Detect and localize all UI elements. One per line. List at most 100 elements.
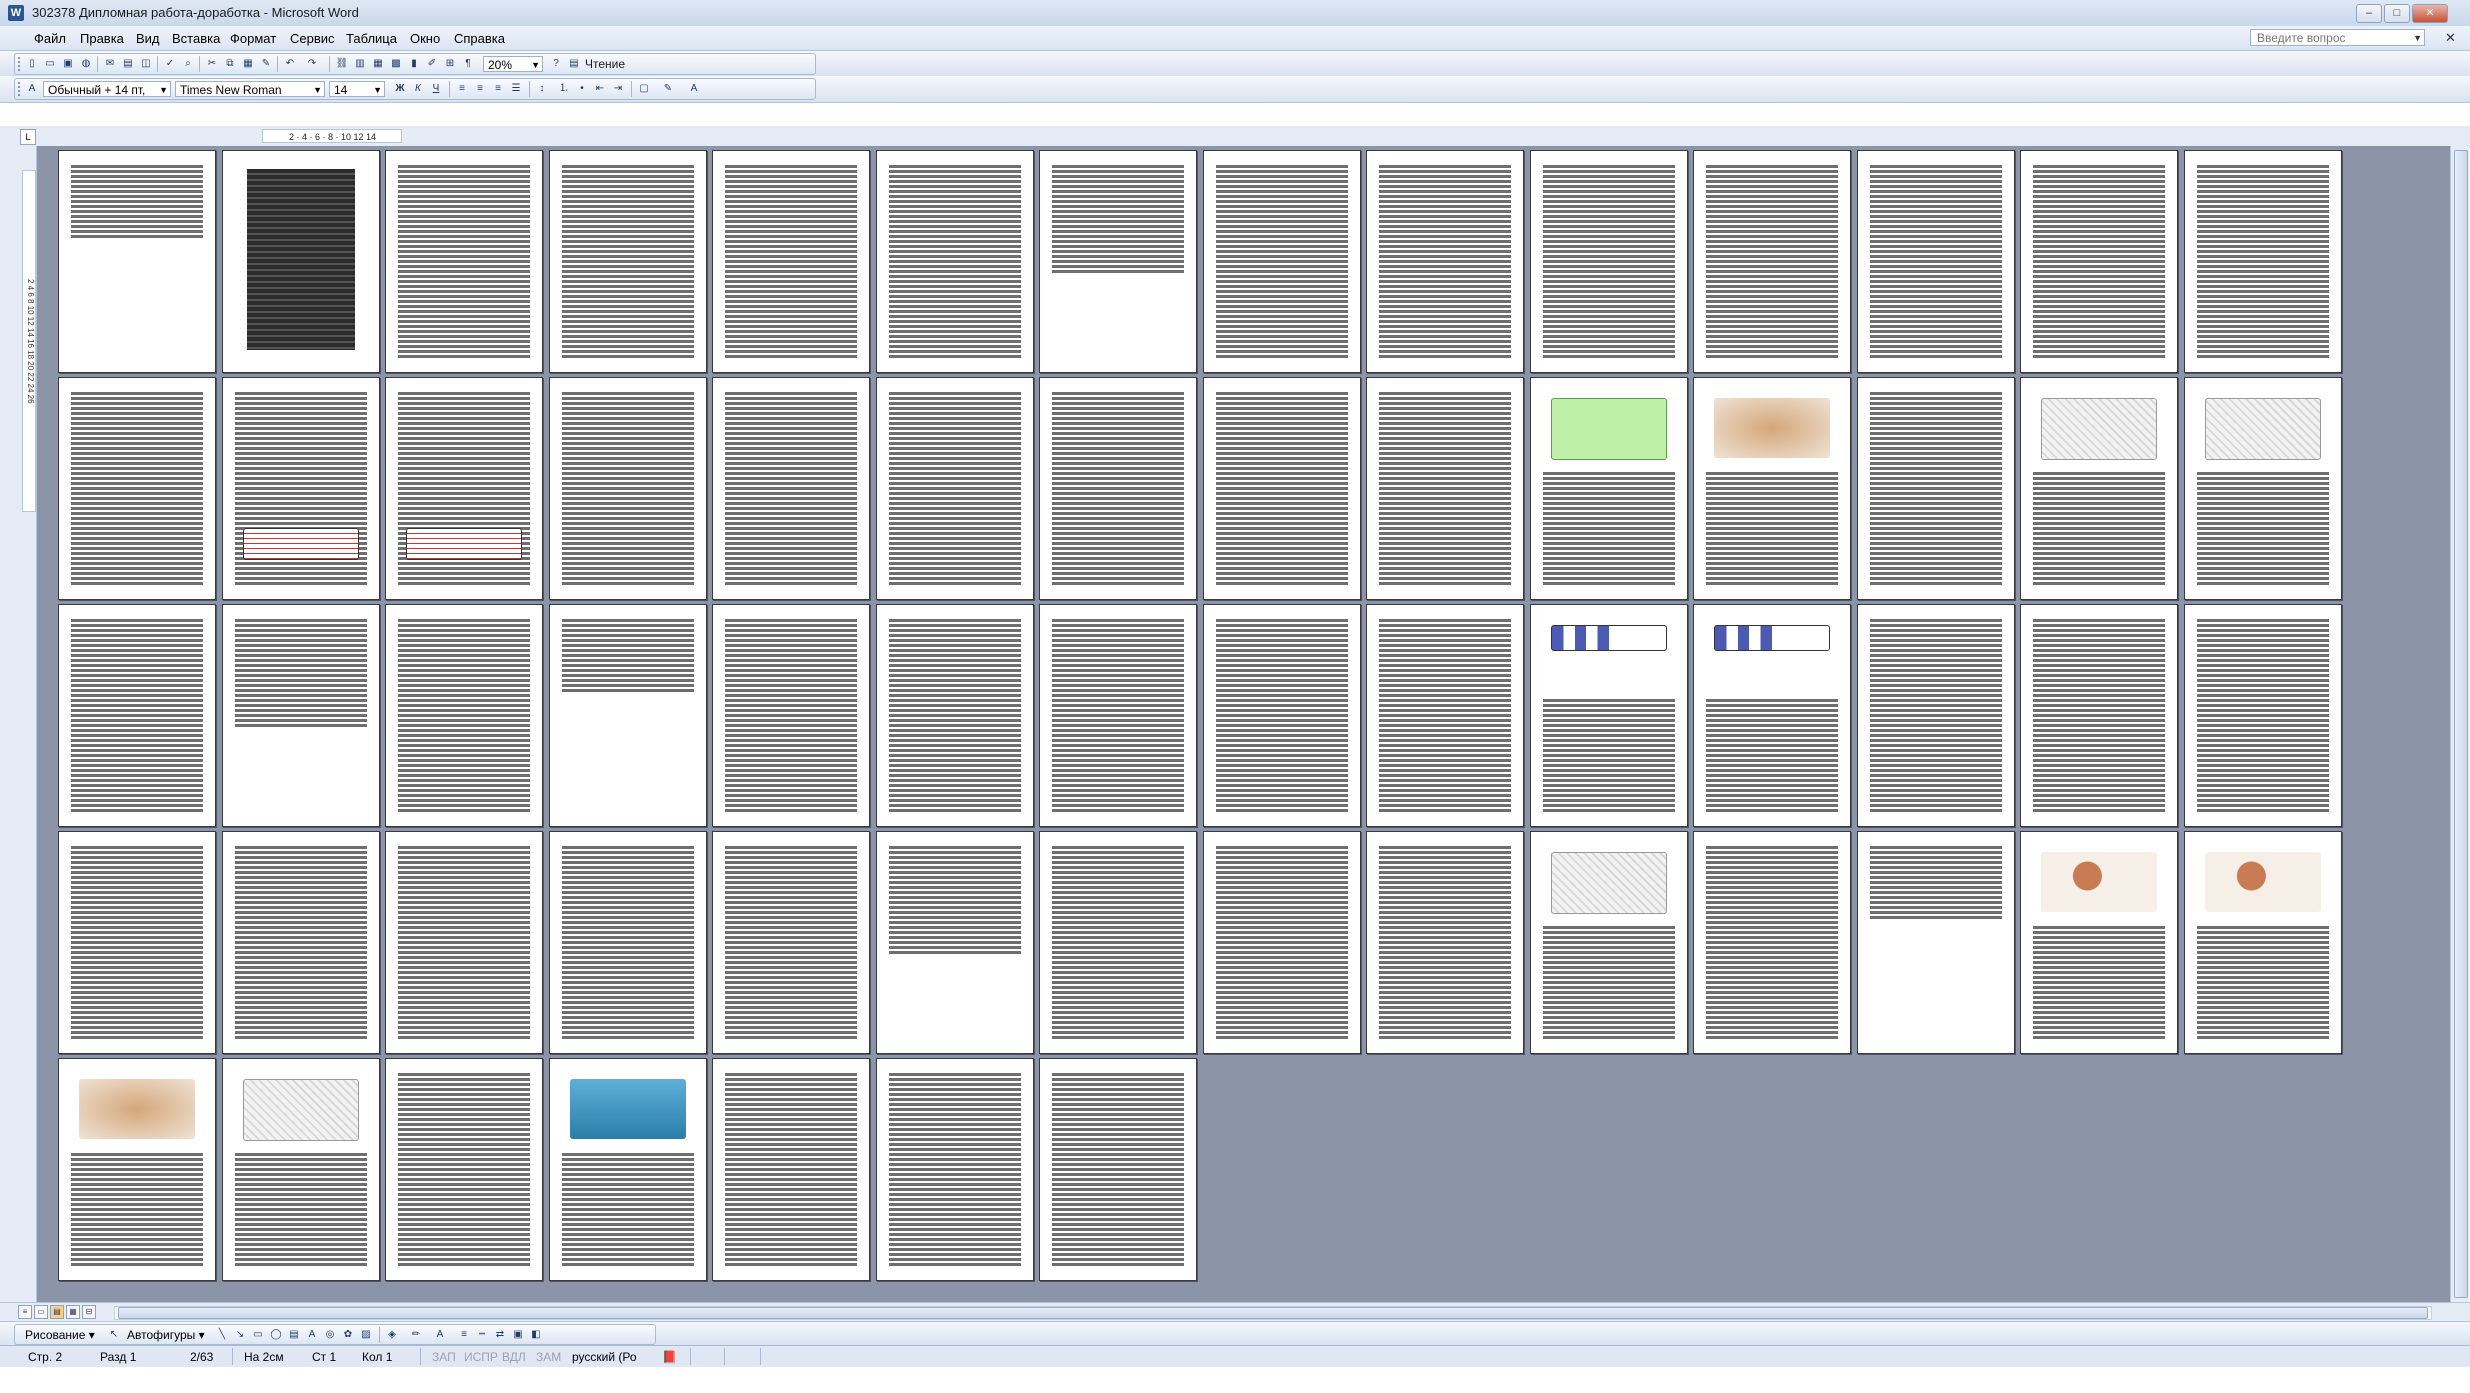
show-formatting-icon[interactable]: ¶	[461, 57, 475, 71]
status-at[interactable]: На 2см	[244, 1350, 284, 1364]
page-thumbnail[interactable]	[385, 831, 543, 1054]
undo-icon[interactable]: ↶	[283, 57, 297, 71]
page-thumbnail[interactable]	[875, 604, 1034, 827]
page-thumbnail[interactable]	[2183, 604, 2342, 827]
italic-button[interactable]: К	[411, 82, 425, 96]
3d-icon[interactable]: ◧	[529, 1328, 543, 1342]
page-thumbnail[interactable]	[221, 831, 380, 1054]
page-thumbnail[interactable]	[1039, 831, 1197, 1054]
toolbar-grip[interactable]	[18, 57, 23, 71]
line-style-icon[interactable]: ≡	[457, 1328, 471, 1342]
dash-style-icon[interactable]: ┅	[475, 1328, 489, 1342]
drawing-icon[interactable]: ✐	[425, 57, 439, 71]
print-preview-icon[interactable]: ◫	[139, 57, 153, 71]
page-thumbnail[interactable]	[712, 150, 870, 373]
document-area[interactable]	[37, 146, 2450, 1302]
insert-excel-icon[interactable]: ▩	[389, 57, 403, 71]
arrow-icon[interactable]: ↘	[233, 1328, 247, 1342]
page-thumbnail[interactable]	[2183, 150, 2342, 373]
bold-button[interactable]: Ж	[393, 82, 407, 96]
tables-borders-icon[interactable]: ▥	[353, 57, 367, 71]
decrease-indent-icon[interactable]: ⇤	[593, 82, 607, 96]
chevron-down-icon[interactable]: ▼	[159, 82, 168, 96]
status-language[interactable]: русский (Ро	[572, 1350, 637, 1364]
page-thumbnail[interactable]	[548, 604, 707, 827]
web-view-button[interactable]: ▭	[34, 1305, 48, 1319]
picture-icon[interactable]: ▨	[359, 1328, 373, 1342]
close-button[interactable]: ✕	[2412, 4, 2448, 23]
line-spacing-icon[interactable]: ↕	[535, 82, 549, 96]
page-thumbnail[interactable]	[712, 604, 870, 827]
status-page-of[interactable]: 2/63	[190, 1350, 213, 1364]
page-thumbnail[interactable]	[58, 831, 216, 1054]
spelling-icon[interactable]: ✓	[163, 57, 177, 71]
outline-view-button[interactable]: ▦	[66, 1305, 80, 1319]
page-thumbnail[interactable]	[712, 831, 870, 1054]
vertical-scrollbar[interactable]	[2450, 146, 2469, 1302]
copy-icon[interactable]: ⧉	[223, 57, 237, 71]
status-line[interactable]: Ст 1	[312, 1350, 336, 1364]
status-col[interactable]: Кол 1	[362, 1350, 392, 1364]
font-combo[interactable]: Times New Roman ▼	[175, 81, 325, 97]
help-icon[interactable]: ?	[549, 57, 563, 71]
page-thumbnail[interactable]	[221, 1058, 380, 1281]
page-thumbnail[interactable]	[58, 150, 216, 373]
font-color-icon[interactable]: A	[687, 82, 701, 96]
style-combo[interactable]: Обычный + 14 пт, ▼	[43, 81, 171, 97]
page-thumbnail[interactable]	[385, 604, 543, 827]
drawing-menu-button[interactable]: Рисование ▾	[25, 1328, 95, 1342]
page-thumbnail[interactable]	[712, 377, 870, 600]
print-layout-button[interactable]: ▤	[50, 1305, 64, 1319]
page-thumbnail[interactable]	[1856, 150, 2015, 373]
oval-icon[interactable]: ◯	[269, 1328, 283, 1342]
normal-view-button[interactable]: ≡	[18, 1305, 32, 1319]
word-app-icon[interactable]: W	[8, 5, 24, 21]
select-objects-icon[interactable]: ↖	[107, 1328, 121, 1342]
page-thumbnail[interactable]	[1856, 604, 2015, 827]
page-thumbnail[interactable]	[2183, 831, 2342, 1054]
tab-selector[interactable]: L	[20, 129, 36, 145]
page-thumbnail[interactable]	[2183, 377, 2342, 600]
status-page[interactable]: Стр. 2	[28, 1350, 62, 1364]
page-thumbnail[interactable]	[2020, 150, 2178, 373]
page-thumbnail[interactable]	[2020, 377, 2178, 600]
menu-tools[interactable]: Сервис	[290, 31, 335, 46]
document-map-icon[interactable]: ⊞	[443, 57, 457, 71]
vertical-scroll-thumb[interactable]	[2454, 150, 2468, 1298]
wordart-icon[interactable]: A	[305, 1328, 319, 1342]
page-thumbnail[interactable]	[875, 377, 1034, 600]
page-thumbnail[interactable]	[1529, 150, 1688, 373]
page-thumbnail[interactable]	[221, 604, 380, 827]
page-thumbnail[interactable]	[385, 1058, 543, 1281]
page-thumbnail[interactable]	[712, 1058, 870, 1281]
shadow-icon[interactable]: ▣	[511, 1328, 525, 1342]
vertical-ruler-scale[interactable]: 2 4 6 8 10 12 14 16 18 20 22 24 26	[22, 170, 36, 512]
page-thumbnail[interactable]	[1039, 377, 1197, 600]
page-thumbnail[interactable]	[2020, 831, 2178, 1054]
status-trk[interactable]: ИСПР	[464, 1350, 498, 1364]
chevron-down-icon[interactable]: ▼	[313, 82, 322, 96]
menu-help[interactable]: Справка	[454, 31, 505, 46]
ruler-scale[interactable]: 2 · 4 · 6 · 8 · 10 12 14	[262, 129, 402, 143]
page-thumbnail[interactable]	[1366, 831, 1524, 1054]
justify-icon[interactable]: ☰	[509, 82, 523, 96]
line-color-icon[interactable]: ✏	[409, 1328, 423, 1342]
minimize-button[interactable]: –	[2356, 4, 2382, 23]
borders-icon[interactable]: ▢	[637, 82, 651, 96]
page-thumbnail[interactable]	[1856, 377, 2015, 600]
textbox-icon[interactable]: ▤	[287, 1328, 301, 1342]
page-thumbnail[interactable]	[1693, 377, 1851, 600]
menu-edit[interactable]: Правка	[80, 31, 124, 46]
page-thumbnail[interactable]	[1366, 150, 1524, 373]
page-thumbnail[interactable]	[1366, 604, 1524, 827]
status-section[interactable]: Разд 1	[100, 1350, 136, 1364]
paste-icon[interactable]: ▦	[241, 57, 255, 71]
page-thumbnail[interactable]	[1693, 604, 1851, 827]
clipart-icon[interactable]: ✿	[341, 1328, 355, 1342]
hyperlink-icon[interactable]: ⛓	[335, 57, 349, 71]
redo-icon[interactable]: ↷	[305, 57, 319, 71]
reading-mode-button[interactable]: Чтение	[585, 57, 625, 71]
page-thumbnail[interactable]	[1529, 377, 1688, 600]
page-thumbnail[interactable]	[221, 150, 380, 373]
page-thumbnail[interactable]	[58, 377, 216, 600]
